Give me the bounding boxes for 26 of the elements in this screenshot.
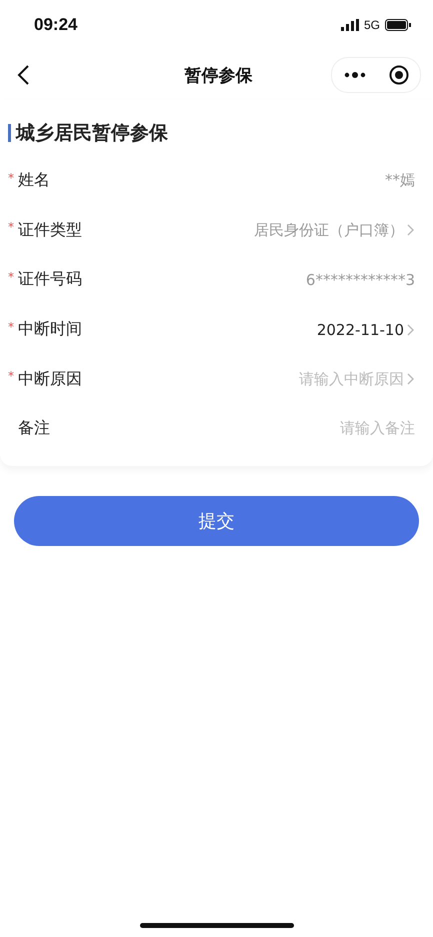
field-label: 中断原因 (18, 368, 82, 390)
battery-icon (385, 19, 411, 31)
status-time: 09:24 (34, 15, 78, 35)
back-icon[interactable] (16, 64, 30, 86)
required-mark: * (8, 170, 14, 185)
signal-icon (340, 19, 359, 31)
required-mark: * (8, 270, 14, 284)
page-title: 暂停参保 (184, 64, 252, 86)
field-value: 居民身份证（户口簿） (254, 220, 404, 240)
section-title: 城乡居民暂停参保 (16, 121, 168, 146)
field-value: **嫣 (385, 171, 415, 190)
required-mark: * (8, 220, 14, 234)
required-mark: * (8, 320, 14, 334)
field-label: 姓名 (18, 170, 50, 192)
field-label: 证件类型 (18, 220, 82, 241)
field-label: 证件号码 (18, 269, 82, 290)
required-mark: * (8, 369, 14, 384)
network-label: 5G (364, 18, 380, 32)
close-icon[interactable] (388, 65, 408, 85)
field-value: 6************3 (306, 270, 415, 289)
section-marker (8, 124, 11, 142)
submit-button[interactable]: 提交 (14, 496, 419, 546)
more-icon[interactable] (344, 72, 366, 78)
field-label: 中断时间 (18, 319, 82, 340)
field-value[interactable]: 2022-11-10 (316, 320, 404, 339)
field-label: 备注 (18, 418, 50, 440)
